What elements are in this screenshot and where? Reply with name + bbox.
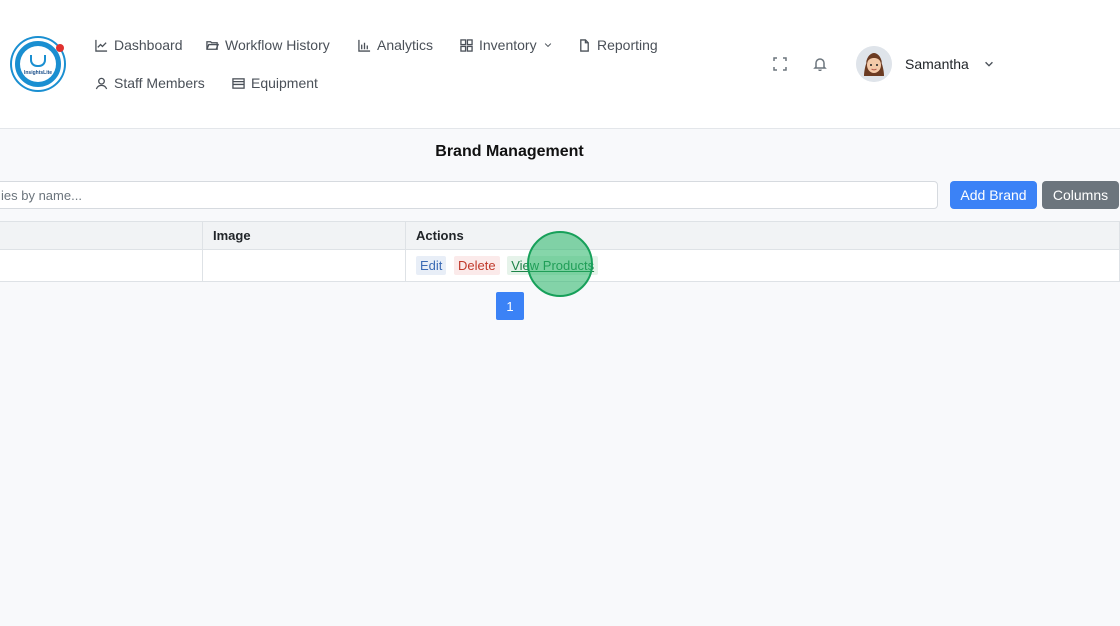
grid-icon	[460, 38, 473, 52]
nav-analytics-label: Analytics	[377, 37, 434, 53]
user-menu-toggle[interactable]	[983, 57, 995, 75]
chevron-down-icon	[544, 43, 551, 48]
table-cell-name	[0, 249, 203, 282]
pagination-page-1[interactable]: 1	[496, 292, 524, 320]
notifications-button[interactable]	[810, 54, 830, 74]
table-cell-actions: Edit Delete View Products	[405, 249, 1120, 282]
nav-dashboard[interactable]: Dashboard	[95, 37, 183, 53]
delete-button[interactable]: Delete	[454, 256, 500, 275]
logo-inner: InsightsLite	[20, 46, 56, 82]
columns-button[interactable]: Columns	[1042, 181, 1119, 209]
nav-inventory-label: Inventory	[479, 37, 537, 53]
user-name[interactable]: Samantha	[905, 56, 969, 72]
nav-workflow-history-label: Workflow History	[225, 37, 330, 53]
nav-equipment[interactable]: Equipment	[232, 75, 318, 91]
edit-button[interactable]: Edit	[416, 256, 447, 275]
nav-inventory[interactable]: Inventory	[460, 37, 553, 53]
nav-dashboard-label: Dashboard	[114, 37, 183, 53]
nav-reporting[interactable]: Reporting	[578, 37, 658, 53]
add-brand-button[interactable]: Add Brand	[950, 181, 1037, 209]
folder-open-icon	[206, 40, 219, 50]
table-header-row: Image Actions	[0, 221, 1120, 250]
bell-icon	[813, 58, 827, 71]
nav-analytics[interactable]: Analytics	[358, 37, 433, 53]
avatar[interactable]	[856, 46, 892, 82]
fullscreen-button[interactable]	[770, 54, 790, 74]
logo-dot	[56, 44, 64, 52]
column-header-image[interactable]: Image	[202, 221, 406, 250]
fullscreen-icon	[773, 57, 787, 71]
list-icon	[232, 77, 245, 89]
nav-reporting-label: Reporting	[597, 37, 658, 53]
chart-line-icon	[95, 39, 108, 52]
top-header: InsightsLite Dashboard Workflow History …	[0, 0, 1120, 129]
nav-staff-members[interactable]: Staff Members	[95, 75, 205, 91]
page-title: Brand Management	[435, 143, 584, 160]
bar-chart-icon	[358, 39, 371, 52]
view-products-link[interactable]: View Products	[507, 256, 599, 275]
chevron-down-icon	[985, 61, 993, 67]
nav-workflow-history[interactable]: Workflow History	[206, 37, 330, 53]
column-header-name[interactable]	[0, 221, 203, 250]
logo-cup-icon	[30, 55, 46, 67]
user-avatar-icon	[856, 46, 892, 82]
user-icon	[95, 77, 108, 89]
app-logo[interactable]: InsightsLite	[12, 38, 64, 90]
table-cell-image	[202, 249, 406, 282]
logo-text: InsightsLite	[23, 70, 53, 76]
nav-equipment-label: Equipment	[251, 75, 318, 91]
table-row: Edit Delete View Products	[0, 249, 1120, 282]
nav-staff-members-label: Staff Members	[114, 75, 205, 91]
search-input[interactable]	[0, 181, 938, 209]
file-icon	[580, 38, 589, 52]
column-header-actions: Actions	[405, 221, 1120, 250]
brands-table: Image Actions Edit Delete View Products	[0, 221, 1120, 282]
